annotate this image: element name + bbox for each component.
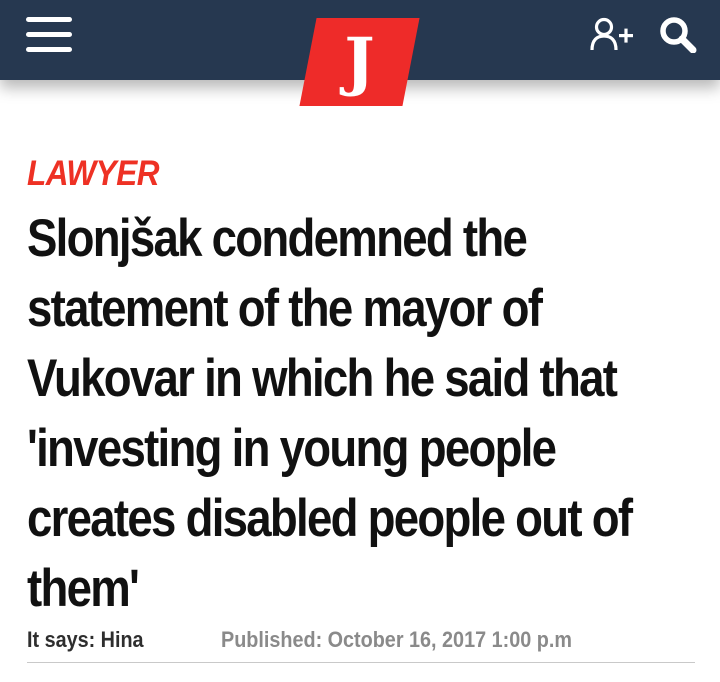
author-line: It says: Hina [27, 624, 144, 656]
published-label: Published: [221, 627, 323, 652]
author-label: It says: [27, 627, 96, 652]
menu-icon-bar-middle [26, 32, 72, 37]
menu-icon-bar-bottom [26, 47, 72, 52]
article-headline: Slonjšak condemned the statement of the … [27, 209, 633, 618]
menu-icon-bar-top [26, 17, 72, 22]
published-line: Published: October 16, 2017 1:00 p.m [221, 624, 572, 656]
article-header: LAWYER Slonjšak condemned the statement … [27, 150, 695, 624]
logo-letter: J [344, 24, 375, 99]
article-category[interactable]: LAWYER [27, 150, 628, 198]
user-add-icon [590, 17, 633, 51]
article-meta: It says: Hina Published: October 16, 2017 … [27, 624, 695, 656]
author-name[interactable]: Hina [101, 627, 144, 652]
search-button[interactable] [659, 17, 697, 54]
search-icon [660, 17, 697, 54]
user-add-button[interactable] [590, 17, 636, 51]
menu-button[interactable] [26, 17, 72, 53]
meta-divider [27, 662, 695, 663]
site-logo[interactable]: J [299, 18, 420, 106]
published-date: October 16, 2017 1:00 p.m [327, 627, 572, 652]
